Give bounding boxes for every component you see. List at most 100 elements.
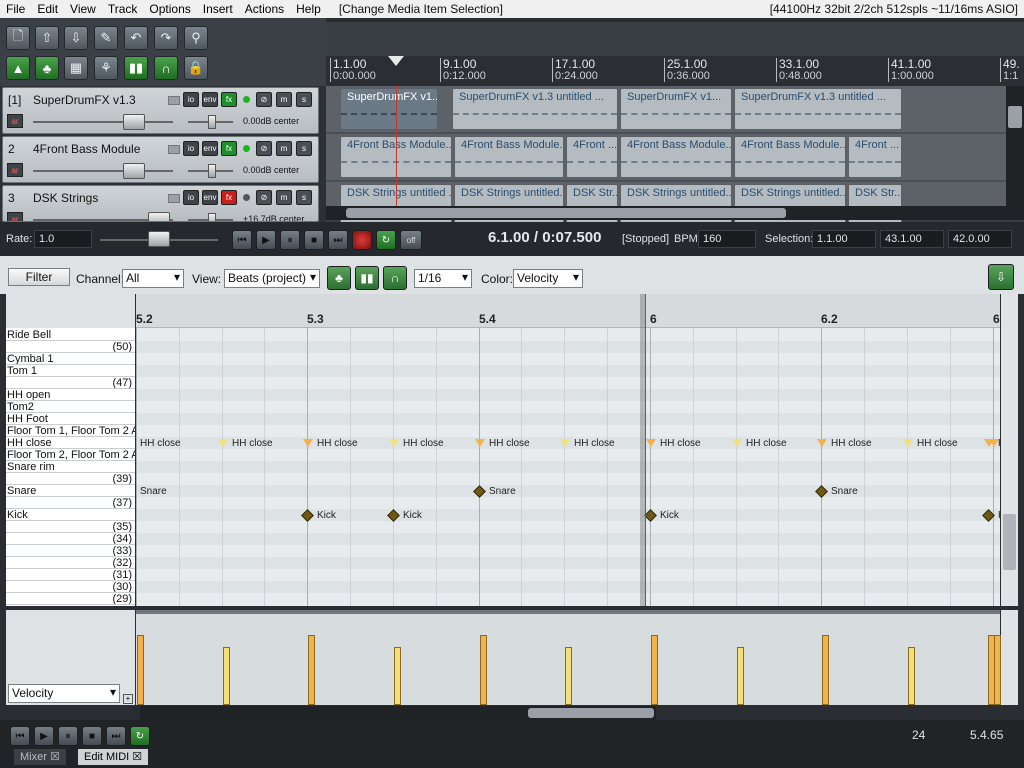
stop-icon[interactable]: ■ xyxy=(304,230,324,250)
menu-options[interactable]: Options xyxy=(143,2,196,16)
media-item[interactable]: 4Front Bass Module... xyxy=(454,136,564,178)
solo-button[interactable]: s xyxy=(296,92,312,107)
media-item[interactable]: SuperDrumFX v1.3 untitled ... xyxy=(734,88,902,130)
play-icon[interactable]: ▶ xyxy=(34,726,54,746)
bpm-field[interactable]: 160 xyxy=(698,230,756,248)
note-name-row[interactable]: Snare xyxy=(6,485,135,497)
phase-button[interactable]: ⊘ xyxy=(256,190,272,205)
midi-note[interactable]: K xyxy=(982,508,1000,522)
note-name-row[interactable]: Kick xyxy=(6,509,135,521)
midi-note[interactable]: HH close xyxy=(817,437,872,449)
midi-note[interactable]: Snare xyxy=(140,485,167,497)
note-name-row[interactable]: (37) xyxy=(6,497,135,509)
menu-file[interactable]: File xyxy=(0,2,31,16)
note-name-row[interactable]: (50) xyxy=(6,341,135,353)
velocity-bar[interactable] xyxy=(223,647,230,705)
scroll-thumb[interactable] xyxy=(528,708,654,718)
pan-knob[interactable] xyxy=(208,213,216,221)
note-name-row[interactable]: (39) xyxy=(6,473,135,485)
menu-edit[interactable]: Edit xyxy=(31,2,64,16)
velocity-scrollbar[interactable] xyxy=(1001,610,1018,705)
color-select[interactable]: Velocity ▾ xyxy=(513,269,583,288)
track-1[interactable]: [1] SuperDrumFX v1.3 io env fx ⊘ m s ar … xyxy=(2,87,319,134)
pan-knob[interactable] xyxy=(208,164,216,178)
lock-icon[interactable]: 🔒 xyxy=(184,56,208,80)
media-item[interactable]: 4Front ... xyxy=(848,136,902,178)
note-name-row[interactable]: (35) xyxy=(6,521,135,533)
track-2[interactable]: 2 4Front Bass Module io env fx ⊘ m s ar … xyxy=(2,136,319,183)
track-3[interactable]: 3 DSK Strings io env fx ⊘ m s ar +16.7dB… xyxy=(2,185,319,222)
note-name-row[interactable]: (32) xyxy=(6,557,135,569)
midi-note[interactable]: HH close xyxy=(303,437,358,449)
note-name-row[interactable]: (33) xyxy=(6,545,135,557)
timeline-ruler[interactable]: 1.1.00 0:00.000 9.1.00 0:12.000 17.1.00 0:2… xyxy=(326,56,1024,86)
note-name-row[interactable]: (31) xyxy=(6,569,135,581)
io-button[interactable]: io xyxy=(183,141,199,156)
velocity-bar[interactable] xyxy=(480,635,487,705)
volume-fader-knob[interactable] xyxy=(123,114,145,130)
note-name-row[interactable]: (29) xyxy=(6,593,135,605)
open-project-icon[interactable]: ⇧ xyxy=(35,26,59,50)
close-icon[interactable]: ☒ xyxy=(50,751,60,763)
pause-icon[interactable]: ⏸ xyxy=(280,230,300,250)
phase-button[interactable]: ⊘ xyxy=(256,141,272,156)
record-icon[interactable] xyxy=(352,230,372,250)
io-button[interactable]: io xyxy=(183,190,199,205)
track-name[interactable]: DSK Strings xyxy=(33,191,98,205)
loop-icon[interactable]: ∩ xyxy=(154,56,178,80)
folder-icon[interactable] xyxy=(168,96,180,105)
velocity-bar[interactable] xyxy=(394,647,401,705)
pause-icon[interactable]: ⏸ xyxy=(58,726,78,746)
menu-view[interactable]: View xyxy=(64,2,102,16)
velocity-bar[interactable] xyxy=(651,635,658,705)
media-item[interactable]: 4Front Bass Module... xyxy=(734,136,846,178)
selection-start[interactable]: 1.1.00 xyxy=(812,230,876,248)
note-name-row[interactable]: (47) xyxy=(6,377,135,389)
save-project-icon[interactable]: ⇩ xyxy=(64,26,88,50)
repeat-icon[interactable]: ↻ xyxy=(130,726,150,746)
metronome-icon[interactable]: ⚲ xyxy=(184,26,208,50)
go-to-end-icon[interactable]: ⏭ xyxy=(106,726,126,746)
grid-horizontal-scrollbar[interactable] xyxy=(140,706,656,720)
note-name-row[interactable]: Snare rim xyxy=(6,461,135,473)
mute-button[interactable]: m xyxy=(276,141,292,156)
midi-note[interactable]: HH close xyxy=(732,437,787,449)
velocity-bar[interactable] xyxy=(137,635,144,705)
media-item[interactable]: SuperDrumFX v1... xyxy=(620,88,732,130)
rate-slider-knob[interactable] xyxy=(148,231,170,247)
filter-button[interactable]: Filter xyxy=(8,268,70,286)
track-name[interactable]: SuperDrumFX v1.3 xyxy=(33,93,136,107)
velocity-bar[interactable] xyxy=(308,635,315,705)
note-name-row[interactable]: Floor Tom 2, Floor Tom 2 A xyxy=(6,449,135,461)
add-lane-icon[interactable]: + xyxy=(123,694,133,704)
grid-size-select[interactable]: 1/16 ▾ xyxy=(414,269,472,288)
grid-icon[interactable]: ▦ xyxy=(64,56,88,80)
note-name-row[interactable]: Ride Bell xyxy=(6,329,135,341)
fx-button[interactable]: fx xyxy=(221,141,237,156)
cc-lane-select[interactable]: Velocity ▾ xyxy=(8,684,120,703)
snap-icon[interactable]: ♣ xyxy=(35,56,59,80)
note-name-row[interactable]: HH close xyxy=(6,437,135,449)
env-button[interactable]: env xyxy=(202,92,218,107)
grid-vertical-scrollbar[interactable] xyxy=(1001,294,1018,606)
solo-button[interactable]: s xyxy=(296,190,312,205)
auto-crossfade-toggle[interactable]: off xyxy=(400,230,422,250)
menu-track[interactable]: Track xyxy=(102,2,144,16)
velocity-bar[interactable] xyxy=(988,635,995,705)
menu-actions[interactable]: Actions xyxy=(239,2,290,16)
snap-grid-icon[interactable]: ♣ xyxy=(327,266,351,290)
settings-wrench-icon[interactable]: ✎ xyxy=(94,26,118,50)
midi-note[interactable]: Kick xyxy=(387,508,422,522)
rate-field[interactable]: 1.0 xyxy=(34,230,92,248)
midi-note[interactable]: Kick xyxy=(644,508,679,522)
note-name-row[interactable]: (30) xyxy=(6,581,135,593)
selection-end[interactable]: 43.1.00 xyxy=(880,230,944,248)
midi-note[interactable]: HH close xyxy=(475,437,530,449)
note-name-row[interactable]: Cymbal 1 xyxy=(6,353,135,365)
solo-button[interactable]: s xyxy=(296,141,312,156)
piano-roll-grid[interactable]: HH close HH close HH close HH close HH close… xyxy=(136,294,1000,606)
quantize-icon[interactable]: ▮▮ xyxy=(355,266,379,290)
record-arm-button[interactable]: ar xyxy=(7,212,23,221)
stop-icon[interactable]: ■ xyxy=(82,726,102,746)
fx-button[interactable]: fx xyxy=(221,190,237,205)
